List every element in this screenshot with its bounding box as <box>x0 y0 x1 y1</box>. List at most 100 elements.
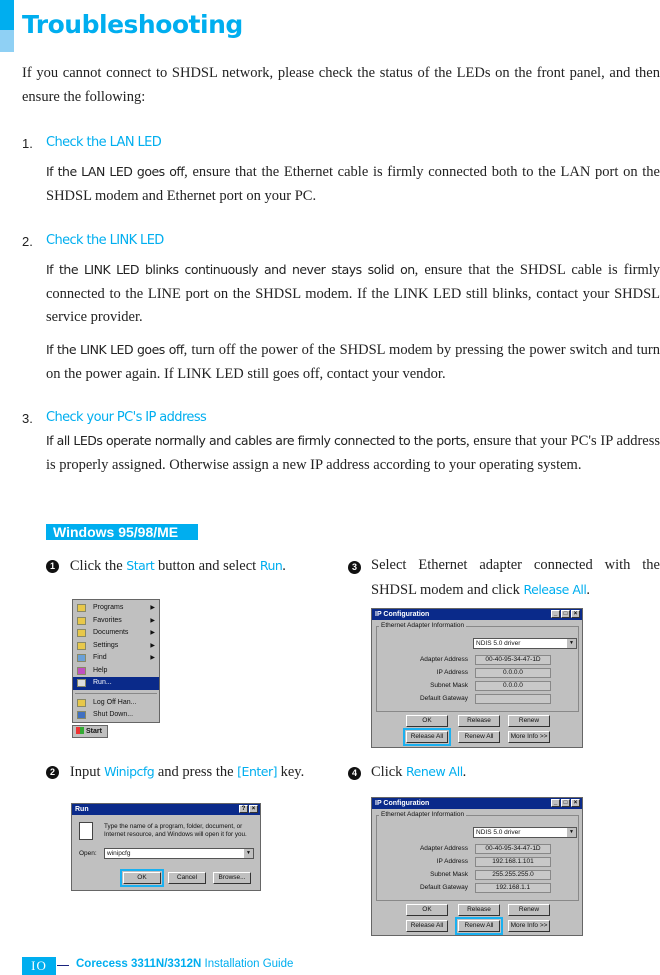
open-input[interactable]: winipcfg ▼ <box>104 848 254 859</box>
item-number: 1. <box>22 136 33 151</box>
os-label: Windows 95/98/ME <box>46 524 198 540</box>
field-value: 192.168.1.101 <box>475 857 551 867</box>
field-label: Default Gateway <box>419 884 468 891</box>
item-number: 3. <box>22 411 33 426</box>
intro-text: If you cannot connect to SHDSL network, … <box>22 65 660 105</box>
cancel-button[interactable]: Cancel <box>168 872 206 884</box>
step-text: and press the <box>154 764 238 780</box>
condition: If the LAN LED goes off <box>46 164 185 179</box>
ip-configuration-dialog: IP Configuration _ □ × Ethernet Adapter … <box>371 797 583 936</box>
field-label: IP Address <box>436 858 468 865</box>
item-paragraph: If the LAN LED goes off, ensure that the… <box>46 160 660 208</box>
step-bullet: 2 <box>46 766 59 779</box>
item-paragraph: If all LEDs operate normally and cables … <box>46 429 660 477</box>
close-button[interactable]: × <box>571 799 580 807</box>
step-text: button and select <box>154 558 260 574</box>
page-title: Troubleshooting <box>22 10 243 39</box>
ok-button[interactable]: OK <box>406 904 448 916</box>
group-label: Ethernet Adapter Information <box>379 811 467 818</box>
keyword: Winipcfg <box>104 764 155 779</box>
browse-button[interactable]: Browse... <box>213 872 251 884</box>
maximize-button[interactable]: □ <box>561 610 570 618</box>
accent-bar <box>0 0 14 30</box>
keyword: Release All <box>523 581 587 597</box>
field-value: 0.0.0.0 <box>475 668 551 678</box>
accent-bar-light <box>0 30 14 52</box>
step-bullet: 1 <box>46 560 59 573</box>
close-button[interactable]: × <box>571 610 580 618</box>
item-paragraph: If the LINK LED blinks continuously and … <box>46 258 660 330</box>
item-paragraph: If the LINK LED goes off, turn off the p… <box>46 338 660 386</box>
release-button[interactable]: Release <box>458 715 500 727</box>
more-info-button[interactable]: More Info >> <box>508 920 550 932</box>
close-button[interactable]: × <box>249 805 258 813</box>
ip-configuration-dialog: IP Configuration _ □ × Ethernet Adapter … <box>371 608 583 748</box>
keyword: [Enter] <box>237 764 277 779</box>
renew-button[interactable]: Renew <box>508 904 550 916</box>
renew-button[interactable]: Renew <box>508 715 550 727</box>
field-label: Adapter Address <box>419 656 468 663</box>
field-value: 0.0.0.0 <box>475 681 551 691</box>
menu-item-help[interactable]: Help <box>73 665 159 678</box>
field-value: 192.168.1.1 <box>475 883 551 893</box>
menu-item-programs[interactable]: Programs ▶ <box>73 602 159 615</box>
release-all-button[interactable]: Release All <box>406 920 448 932</box>
step-1: 1 Click the Start button and select Run. <box>46 554 316 579</box>
renew-all-button[interactable]: Renew All <box>458 731 500 743</box>
dialog-titlebar: IP Configuration _ □ × <box>372 798 582 809</box>
item-heading: Check the LINK LED <box>46 233 164 248</box>
release-all-button[interactable]: Release All <box>403 728 451 746</box>
maximize-button[interactable]: □ <box>561 799 570 807</box>
step-text: Select Ethernet adapter connected with t… <box>371 557 660 598</box>
field-label: Subnet Mask <box>430 871 468 878</box>
item-heading: Check the LAN LED <box>46 135 162 150</box>
step-bullet: 3 <box>348 558 361 576</box>
keyword: Renew All <box>406 764 463 779</box>
minimize-button[interactable]: _ <box>551 799 560 807</box>
menu-item-documents[interactable]: Documents ▶ <box>73 627 159 640</box>
step-bullet: 4 <box>348 764 361 782</box>
release-button[interactable]: Release <box>458 904 500 916</box>
field-label: Default Gateway <box>419 695 468 702</box>
field-value: 255.255.255.0 <box>475 870 551 880</box>
group-label: Ethernet Adapter Information <box>379 622 467 629</box>
dialog-titlebar: IP Configuration _ □ × <box>372 609 582 620</box>
windows-logo-icon <box>76 727 84 734</box>
minimize-button[interactable]: _ <box>551 610 560 618</box>
help-button[interactable]: ? <box>239 805 248 813</box>
field-label: IP Address <box>436 669 468 676</box>
adapter-select[interactable]: NDIS 5.0 driver ▼ <box>473 827 577 838</box>
renew-all-button[interactable]: Renew All <box>455 917 503 935</box>
page-number: IO <box>22 957 56 975</box>
run-dialog: Run ? × Type the name of a program, fold… <box>71 803 261 891</box>
menu-item-settings[interactable]: Settings ▶ <box>73 640 159 653</box>
footer-title: Corecess 3311N/3312N Installation Guide <box>76 958 294 970</box>
step-4: Click Renew All. <box>371 760 660 785</box>
menu-item-run[interactable]: Run... <box>73 677 159 690</box>
item-number: 2. <box>22 234 33 249</box>
ok-button[interactable]: OK <box>406 715 448 727</box>
step-text: key. <box>276 764 305 780</box>
start-menu: Programs ▶ Favorites ▶ Documents ▶ Settings… <box>72 599 160 723</box>
condition: If the LINK LED goes off <box>46 342 184 357</box>
ok-button[interactable]: OK <box>120 869 164 887</box>
menu-item-favorites[interactable]: Favorites ▶ <box>73 615 159 628</box>
keyword: Run <box>259 558 283 573</box>
start-button[interactable]: Start <box>72 725 108 738</box>
menu-item-logoff[interactable]: Log Off Han... <box>73 697 159 710</box>
condition: If all LEDs operate normally and cables … <box>46 433 466 448</box>
dialog-titlebar: Run ? × <box>72 804 260 815</box>
field-label: Subnet Mask <box>430 682 468 689</box>
condition: If the LINK LED blinks continuously and … <box>46 262 415 277</box>
menu-item-find[interactable]: Find ▶ <box>73 652 159 665</box>
more-info-button[interactable]: More Info >> <box>508 731 550 743</box>
adapter-select[interactable]: NDIS 5.0 driver ▼ <box>473 638 577 649</box>
step-2: 2 Input Winipcfg and press the [Enter] k… <box>46 760 336 785</box>
open-label: Open: <box>79 850 97 857</box>
dropdown-arrow-icon: ▼ <box>567 639 576 648</box>
footer-rule <box>57 965 69 966</box>
menu-item-shutdown[interactable]: Shut Down... <box>73 709 159 722</box>
dropdown-arrow-icon: ▼ <box>567 828 576 837</box>
dropdown-arrow-icon[interactable]: ▼ <box>244 849 253 858</box>
step-text: . <box>282 558 286 574</box>
